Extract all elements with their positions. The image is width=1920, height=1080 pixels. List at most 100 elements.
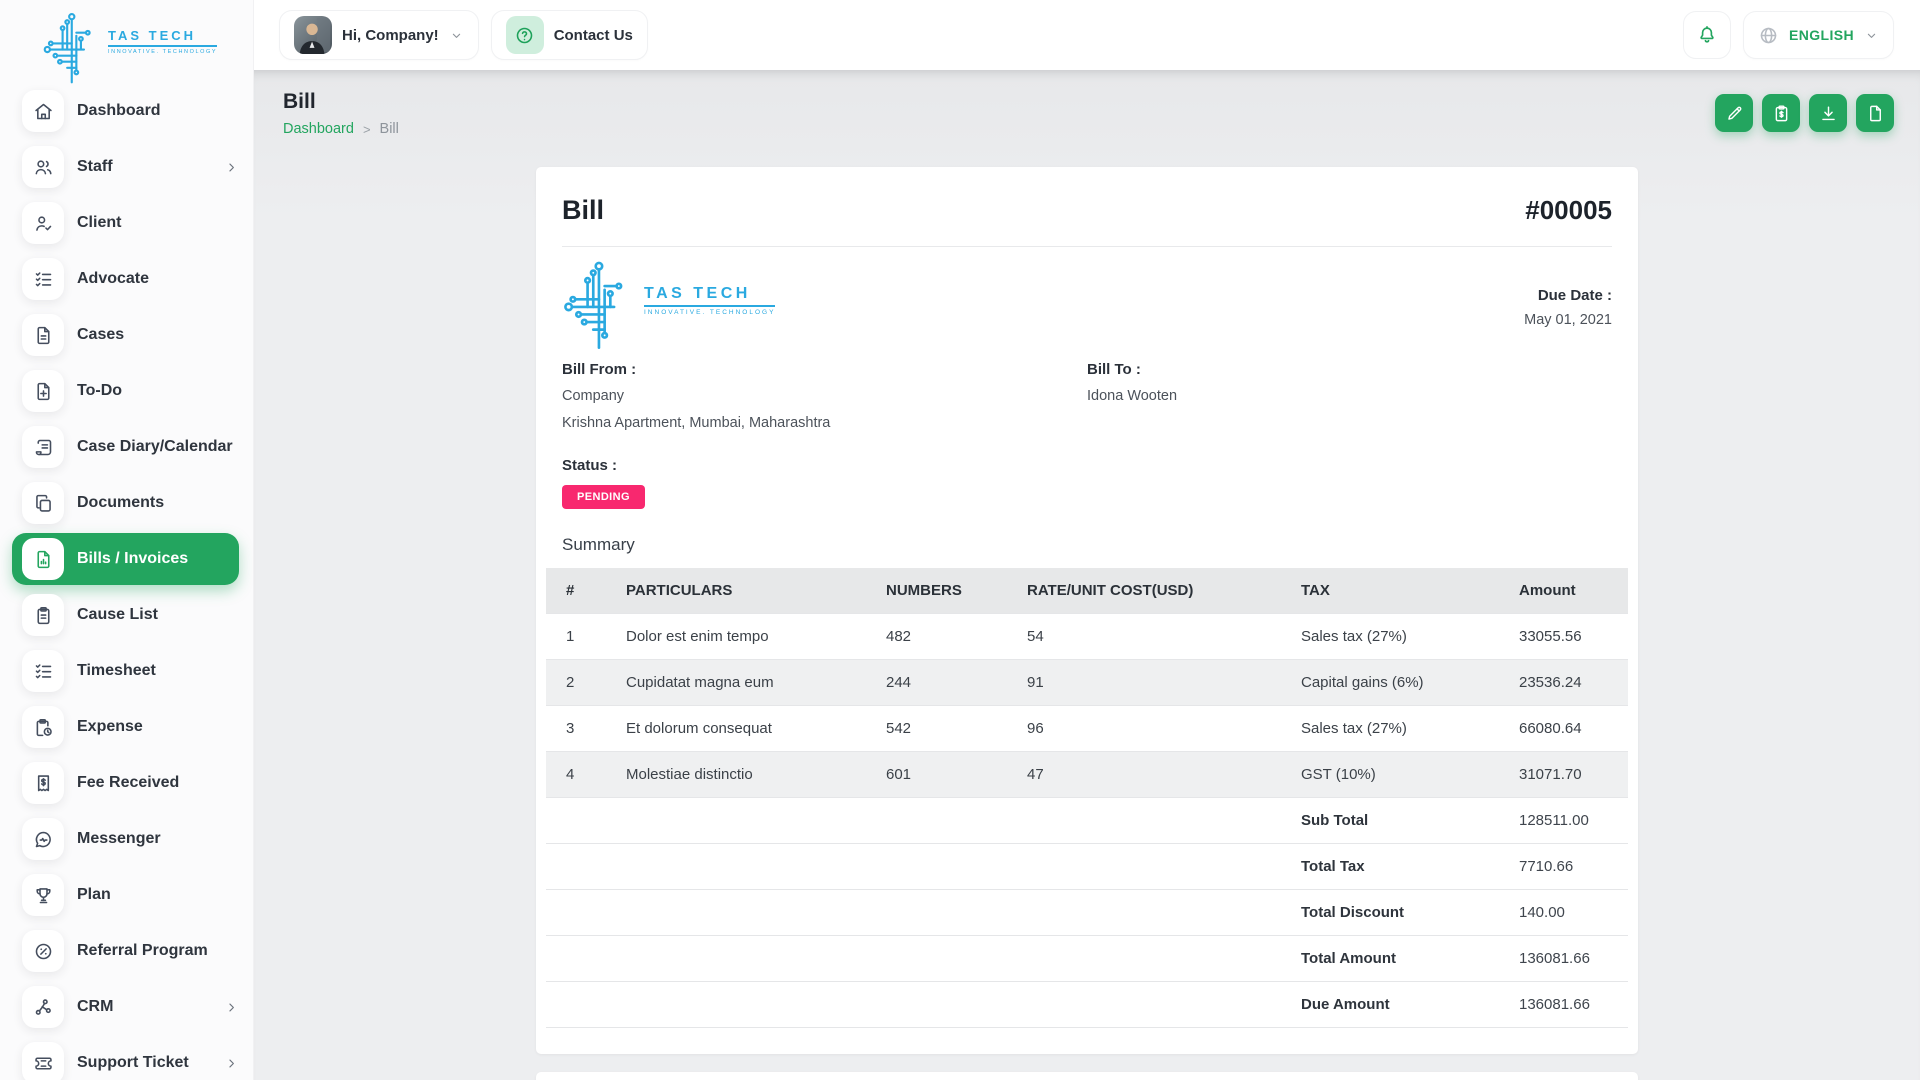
total-row: Sub Total128511.00: [546, 798, 1628, 844]
bill-from-address: Krishna Apartment, Mumbai, Maharashtra: [562, 415, 1087, 431]
total-spacer: [546, 798, 1281, 844]
sidebar-item-advocate[interactable]: Advocate: [22, 258, 239, 300]
sidebar-item-label: Fee Received: [77, 774, 179, 792]
home-icon: [22, 90, 64, 132]
total-value: 136081.66: [1499, 982, 1628, 1028]
total-spacer: [546, 982, 1281, 1028]
contact-us-button[interactable]: Contact Us: [491, 10, 648, 60]
column-header: RATE/UNIT COST(USD): [1007, 568, 1281, 614]
sidebar-item-label: Dashboard: [77, 102, 161, 120]
table-cell: 31071.70: [1499, 752, 1628, 798]
bill-to-block: Bill To : Idona Wooten: [1087, 361, 1612, 431]
total-label: Total Tax: [1281, 844, 1499, 890]
table-cell: Capital gains (6%): [1281, 660, 1499, 706]
sidebar-item-messenger[interactable]: Messenger: [22, 818, 239, 860]
topbar: Hi, Company! Contact Us ENGLISH: [254, 0, 1920, 70]
total-spacer: [546, 844, 1281, 890]
edit-button[interactable]: [1715, 94, 1753, 132]
notifications-button[interactable]: [1683, 11, 1731, 59]
invoice-logo-row: TAS TECH INNOVATIVE. TECHNOLOGY Due Date…: [536, 247, 1638, 351]
sidebar-item-fee-received[interactable]: Fee Received: [22, 762, 239, 804]
sidebar-item-label: Advocate: [77, 270, 149, 288]
summary-label: Summary: [536, 509, 1638, 568]
status-block: Status : PENDING: [536, 431, 1638, 509]
trophy-icon: [22, 874, 64, 916]
table-head: #PARTICULARSNUMBERSRATE/UNIT COST(USD)TA…: [546, 568, 1628, 614]
sidebar-item-referral-program[interactable]: Referral Program: [22, 930, 239, 972]
table-cell: 23536.24: [1499, 660, 1628, 706]
brand-logo[interactable]: TAS TECH INNOVATIVE. TECHNOLOGY: [0, 0, 253, 88]
chevron-down-icon: [1864, 28, 1879, 43]
total-value: 128511.00: [1499, 798, 1628, 844]
greeting-label: Hi, Company!: [342, 27, 439, 44]
file-invoice-icon: [22, 538, 64, 580]
total-value: 140.00: [1499, 890, 1628, 936]
table-cell: 91: [1007, 660, 1281, 706]
sidebar: TAS TECH INNOVATIVE. TECHNOLOGY Dashboar…: [0, 0, 254, 1080]
table-header-row: #PARTICULARSNUMBERSRATE/UNIT COST(USD)TA…: [546, 568, 1628, 614]
total-label: Total Amount: [1281, 936, 1499, 982]
total-row: Total Tax7710.66: [546, 844, 1628, 890]
bill-from-block: Bill From : Company Krishna Apartment, M…: [562, 361, 1087, 431]
sidebar-item-cases[interactable]: Cases: [22, 314, 239, 356]
sidebar-item-case-diary-calendar[interactable]: Case Diary/Calendar: [22, 426, 239, 468]
topbar-right: ENGLISH: [1683, 11, 1894, 59]
sidebar-item-label: Messenger: [77, 830, 161, 848]
column-header: TAX: [1281, 568, 1499, 614]
sidebar-item-timesheet[interactable]: Timesheet: [22, 650, 239, 692]
sidebar-item-documents[interactable]: Documents: [22, 482, 239, 524]
sidebar-item-crm[interactable]: CRM: [22, 986, 239, 1028]
invoice-title: Bill: [562, 195, 604, 226]
sidebar-item-bills-invoices[interactable]: Bills / Invoices: [12, 533, 239, 585]
message-icon: [22, 818, 64, 860]
bill-parties: Bill From : Company Krishna Apartment, M…: [536, 351, 1638, 431]
summary-table: #PARTICULARSNUMBERSRATE/UNIT COST(USD)TA…: [546, 568, 1628, 1054]
badge-percent-icon: [22, 930, 64, 972]
document-button[interactable]: [1856, 94, 1894, 132]
due-date-block: Due Date : May 01, 2021: [1524, 259, 1612, 351]
user-avatar: [294, 16, 332, 54]
table-cell: Molestiae distinctio: [606, 752, 866, 798]
brand-tagline: INNOVATIVE. TECHNOLOGY: [644, 309, 775, 316]
table-cell: 54: [1007, 614, 1281, 660]
download-button[interactable]: [1809, 94, 1847, 132]
sidebar-item-label: Documents: [77, 494, 164, 512]
sidebar-item-to-do[interactable]: To-Do: [22, 370, 239, 412]
empty-row: [546, 1028, 1628, 1055]
brand-logo-text: TAS TECH INNOVATIVE. TECHNOLOGY: [644, 285, 775, 351]
page-header-left: Bill Dashboard>Bill: [283, 90, 399, 137]
sidebar-item-support-ticket[interactable]: Support Ticket: [22, 1042, 239, 1080]
language-selector[interactable]: ENGLISH: [1743, 11, 1894, 59]
table-cell: Sales tax (27%): [1281, 614, 1499, 660]
bill-card-header: Bill #00005: [536, 167, 1638, 246]
total-row: Total Amount136081.66: [546, 936, 1628, 982]
column-header: Amount: [1499, 568, 1628, 614]
due-date-label: Due Date :: [1524, 287, 1612, 304]
payments-card: Payments: [536, 1072, 1638, 1080]
brand-name: TAS TECH: [108, 28, 217, 47]
breadcrumb-link-dashboard[interactable]: Dashboard: [283, 121, 354, 137]
sidebar-item-plan[interactable]: Plan: [22, 874, 239, 916]
status-label: Status :: [562, 457, 1612, 474]
chevron-right-icon: [224, 160, 239, 175]
bill-from-label: Bill From :: [562, 361, 1087, 378]
invoice-brand-logo: TAS TECH INNOVATIVE. TECHNOLOGY: [562, 259, 775, 351]
sidebar-item-cause-list[interactable]: Cause List: [22, 594, 239, 636]
sidebar-item-staff[interactable]: Staff: [22, 146, 239, 188]
sidebar-item-dashboard[interactable]: Dashboard: [22, 90, 239, 132]
sidebar-item-label: Timesheet: [77, 662, 156, 680]
table-cell: Sales tax (27%): [1281, 706, 1499, 752]
bell-icon: [1696, 24, 1718, 46]
globe-icon: [1758, 25, 1779, 46]
sidebar-item-client[interactable]: Client: [22, 202, 239, 244]
table-cell: Dolor est enim tempo: [606, 614, 866, 660]
sidebar-item-expense[interactable]: Expense: [22, 706, 239, 748]
billing-button[interactable]: [1762, 94, 1800, 132]
total-label: Total Discount: [1281, 890, 1499, 936]
user-menu[interactable]: Hi, Company!: [279, 10, 479, 60]
table-row: 4Molestiae distinctio60147GST (10%)31071…: [546, 752, 1628, 798]
total-value: 7710.66: [1499, 844, 1628, 890]
table-row: 1Dolor est enim tempo48254Sales tax (27%…: [546, 614, 1628, 660]
column-header: NUMBERS: [866, 568, 1007, 614]
table-cell: 244: [866, 660, 1007, 706]
